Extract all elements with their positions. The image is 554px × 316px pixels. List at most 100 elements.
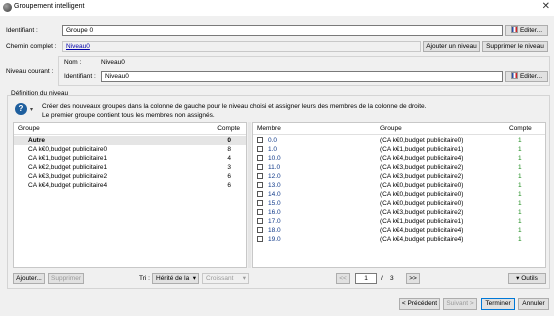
- table-row[interactable]: CA k€4,budget publicitaire4 6: [14, 181, 246, 190]
- member-group: (CA k€3,budget publicitaire2): [380, 164, 464, 171]
- member-group: (CA k€4,budget publicitaire4): [380, 227, 464, 234]
- group-name: CA k€2,budget publicitaire1: [28, 164, 108, 171]
- group-name: Autre: [28, 137, 45, 144]
- member-value: 19.0: [268, 236, 281, 243]
- app-icon: [3, 3, 12, 12]
- info-line-2: Le premier groupe contient tous les memb…: [42, 112, 215, 119]
- row-checkbox[interactable]: [257, 182, 263, 188]
- table-row[interactable]: 1.0 (CA k€1,budget publicitaire1) 1: [253, 145, 545, 154]
- row-checkbox[interactable]: [257, 209, 263, 215]
- table-row[interactable]: 18.0 (CA k€4,budget publicitaire4) 1: [253, 226, 545, 235]
- table-row[interactable]: 14.0 (CA k€0,budget publicitaire0) 1: [253, 190, 545, 199]
- member-count: 1: [518, 209, 522, 216]
- remove-group-button[interactable]: Supprimer: [48, 273, 84, 284]
- sort-order-select[interactable]: Croissant ▾: [202, 273, 249, 284]
- previous-button[interactable]: < Précédent: [399, 298, 440, 310]
- member-group: (CA k€0,budget publicitaire0): [380, 137, 464, 144]
- member-group: (CA k€1,budget publicitaire1): [380, 218, 464, 225]
- first-page-button[interactable]: <<: [336, 273, 350, 284]
- member-value: 10.0: [268, 155, 281, 162]
- table-row[interactable]: CA k€0,budget publicitaire0 8: [14, 145, 246, 154]
- col-membre[interactable]: Membre: [257, 123, 281, 134]
- nom-value: Niveau0: [101, 59, 125, 66]
- page-input[interactable]: 1: [355, 273, 377, 284]
- member-value: 12.0: [268, 173, 281, 180]
- window-title: Groupement intelligent: [14, 3, 85, 10]
- chemin-link[interactable]: Niveau0: [66, 43, 90, 50]
- member-group: (CA k€3,budget publicitaire2): [380, 173, 464, 180]
- nom-label: Nom :: [64, 59, 82, 66]
- col-groupe[interactable]: Groupe: [18, 123, 40, 134]
- group-count: 6: [227, 173, 231, 180]
- next-page-button[interactable]: >>: [406, 273, 420, 284]
- edit-niveau-button[interactable]: Editer...: [505, 71, 548, 82]
- splitter[interactable]: [248, 122, 251, 268]
- chevron-down-icon: ▾: [242, 275, 246, 282]
- niveau-courant-label: Niveau courant :: [6, 68, 54, 75]
- table-row[interactable]: 0.0 (CA k€0,budget publicitaire0) 1: [253, 136, 545, 145]
- member-count: 1: [518, 227, 522, 234]
- info-icon: ?: [15, 103, 27, 115]
- row-checkbox[interactable]: [257, 173, 263, 179]
- edit-icon: [510, 26, 518, 33]
- niveau-identifiant-input[interactable]: Niveau0: [101, 71, 503, 82]
- chevron-down-icon: ▾: [192, 275, 196, 282]
- row-checkbox[interactable]: [257, 191, 263, 197]
- table-row[interactable]: CA k€3,budget publicitaire2 6: [14, 172, 246, 181]
- remove-level-button[interactable]: Supprimer le niveau: [482, 41, 548, 52]
- member-count: 1: [518, 137, 522, 144]
- close-icon[interactable]: ✕: [542, 1, 550, 12]
- row-checkbox[interactable]: [257, 155, 263, 161]
- row-checkbox[interactable]: [257, 200, 263, 206]
- row-checkbox[interactable]: [257, 218, 263, 224]
- table-row[interactable]: CA k€1,budget publicitaire1 4: [14, 154, 246, 163]
- row-checkbox[interactable]: [257, 227, 263, 233]
- col-groupe[interactable]: Groupe: [380, 123, 402, 134]
- member-group: (CA k€3,budget publicitaire2): [380, 209, 464, 216]
- identifiant-label: Identifiant :: [6, 27, 38, 34]
- group-count: 8: [227, 146, 231, 153]
- add-level-button[interactable]: Ajouter un niveau: [423, 41, 480, 52]
- member-count: 1: [518, 200, 522, 207]
- row-checkbox[interactable]: [257, 164, 263, 170]
- group-count: 6: [227, 182, 231, 189]
- edit-identifiant-button[interactable]: Editer...: [505, 25, 548, 36]
- tools-label: Outils: [521, 275, 538, 282]
- group-count: 0: [227, 137, 231, 144]
- edit-label: Editer...: [519, 27, 543, 34]
- member-count: 1: [518, 155, 522, 162]
- page-separator: /: [381, 275, 383, 282]
- add-group-button[interactable]: Ajouter...: [13, 273, 45, 284]
- group-count: 3: [227, 164, 231, 171]
- table-row[interactable]: 16.0 (CA k€3,budget publicitaire2) 1: [253, 208, 545, 217]
- table-row[interactable]: 17.0 (CA k€1,budget publicitaire1) 1: [253, 217, 545, 226]
- member-group: (CA k€0,budget publicitaire0): [380, 182, 464, 189]
- member-value: 0.0: [268, 137, 278, 144]
- table-row[interactable]: 19.0 (CA k€4,budget publicitaire4) 1: [253, 235, 545, 244]
- sort-order-value: Croissant: [206, 275, 234, 282]
- row-checkbox[interactable]: [257, 146, 263, 152]
- col-compte[interactable]: Compte: [509, 123, 532, 134]
- sort-field-select[interactable]: Hérité de la ▾: [152, 273, 199, 284]
- table-row[interactable]: 15.0 (CA k€0,budget publicitaire0) 1: [253, 199, 545, 208]
- col-compte[interactable]: Compte: [217, 123, 240, 134]
- row-checkbox[interactable]: [257, 137, 263, 143]
- table-row[interactable]: 11.0 (CA k€3,budget publicitaire2) 1: [253, 163, 545, 172]
- table-row[interactable]: CA k€2,budget publicitaire1 3: [14, 163, 246, 172]
- cancel-button[interactable]: Annuler: [518, 298, 549, 310]
- member-value: 16.0: [268, 209, 281, 216]
- identifiant-input[interactable]: Groupe 0: [62, 25, 503, 36]
- row-checkbox[interactable]: [257, 236, 263, 242]
- table-row[interactable]: 10.0 (CA k€4,budget publicitaire4) 1: [253, 154, 545, 163]
- next-button[interactable]: Suivant >: [443, 298, 477, 310]
- table-row[interactable]: 13.0 (CA k€0,budget publicitaire0) 1: [253, 181, 545, 190]
- member-count: 1: [518, 218, 522, 225]
- finish-button[interactable]: Terminer: [481, 298, 515, 310]
- group-count: 4: [227, 155, 231, 162]
- table-row[interactable]: Autre 0: [14, 136, 246, 145]
- tools-button[interactable]: ▾ Outils: [508, 273, 546, 284]
- member-value: 17.0: [268, 218, 281, 225]
- member-group: (CA k€4,budget publicitaire4): [380, 236, 464, 243]
- chevron-down-icon[interactable]: ▾: [30, 106, 33, 113]
- table-row[interactable]: 12.0 (CA k€3,budget publicitaire2) 1: [253, 172, 545, 181]
